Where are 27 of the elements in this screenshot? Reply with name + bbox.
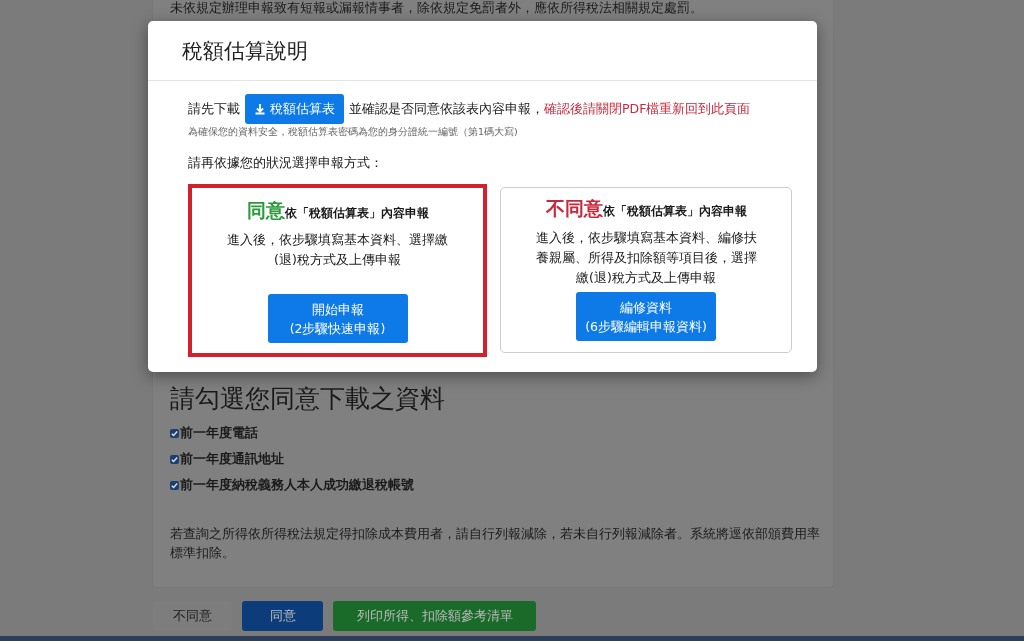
notice-text: 未依規定辦理申報致有短報或漏報情事者，除依規定免罰者外，應依所得稅法相關規定處罰。 [170, 0, 704, 17]
warning-text: 確認後請關閉PDF檔重新回到此頁面 [544, 100, 751, 118]
checkbox[interactable] [170, 480, 179, 490]
download-icon [254, 103, 266, 115]
option-button[interactable]: 編修資料 (6步驟編輯申報資料) [576, 292, 716, 341]
checkbox[interactable] [170, 428, 179, 438]
checkbox-label: 前一年度電話 [180, 424, 258, 442]
modal-title: 稅額估算說明 [182, 37, 308, 65]
download-button[interactable]: 稅額估算表 [245, 94, 344, 124]
page-button[interactable]: 同意 [242, 601, 323, 631]
option-heading: 依「稅額估算表」內容申報 [284, 206, 429, 222]
option-description: 進入後，依步驟填寫基本資料、編修扶養親屬、所得及扣除額等項目後，選擇繳(退)稅方式及上傳申報 [534, 229, 758, 287]
checkbox[interactable] [170, 454, 179, 464]
prompt-text: 請再依據您的狀況選擇申報方式： [188, 155, 384, 172]
option-heading: 依「稅額估算表」內容申報 [602, 204, 747, 220]
option-highlight: 同意 [246, 198, 285, 223]
page-button[interactable]: 列印所得、扣除額參考清單 [333, 601, 536, 631]
instruction-text: 請先下載 [188, 100, 240, 118]
note-text: 若查詢之所得依所得稅法規定得扣除成本費用者，請自行列報減除，若未自行列報減除者。系統將逕依部頒費用率標準扣除。 [170, 525, 821, 562]
section-heading: 請勾選您同意下載之資料 [170, 384, 446, 414]
checkbox-label: 前一年度通訊地址 [180, 450, 284, 468]
option-button[interactable]: 開始申報 (2步驟快速申報) [267, 294, 408, 343]
option-description: 進入後，依步驟填寫基本資料、選擇繳(退)稅方式及上傳申報 [226, 231, 449, 269]
checkbox-label: 前一年度納稅義務人本人成功繳退稅帳號 [180, 476, 414, 494]
option-highlight: 不同意 [545, 196, 603, 221]
instruction-text: 並確認是否同意依該表內容申報， [349, 100, 544, 118]
hint-text: 為確保您的資料安全，稅額估算表密碼為您的身分證統一編號（第1碼大寫) [188, 126, 519, 139]
